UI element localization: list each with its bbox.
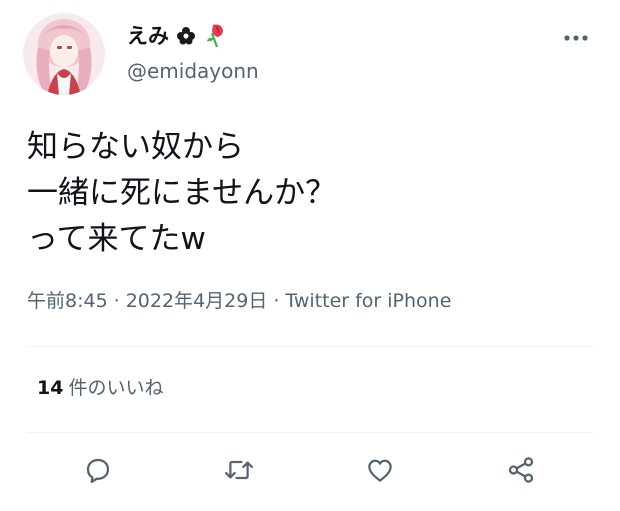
share-button[interactable] [503, 452, 539, 488]
divider [27, 346, 593, 347]
flower-emoji-icon [177, 27, 195, 45]
avatar[interactable] [23, 13, 105, 95]
user-handle[interactable]: @emidayonn [127, 58, 259, 84]
likes-stat[interactable]: 14 件のいいね [37, 375, 163, 401]
likes-count: 14 [37, 377, 64, 399]
tweet-date[interactable]: 2022年4月29日 [126, 290, 268, 312]
like-button[interactable] [362, 452, 398, 488]
more-dots-icon [564, 35, 588, 41]
display-name[interactable]: えみ [127, 22, 169, 50]
share-icon [508, 457, 534, 483]
name-emoji-group [175, 23, 229, 49]
tweet-meta: 午前8:45 · 2022年4月29日 · Twitter for iPhone [27, 288, 451, 314]
tweet-card: えみ @emidayonn 知らない奴から 一緒に死にませんか？ って来てたw … [0, 0, 620, 511]
wilted-rose-emoji-icon [207, 24, 223, 48]
avatar-image [23, 13, 105, 95]
reply-icon [86, 458, 110, 483]
tweet-text: 知らない奴から 一緒に死にませんか？ って来てたw [27, 124, 587, 262]
tweet-text-line: って来てたw [27, 221, 206, 257]
divider [27, 432, 593, 433]
tweet-time[interactable]: 午前8:45 [27, 290, 108, 312]
likes-label: 件のいいね [68, 377, 164, 399]
retweet-button[interactable] [221, 452, 257, 488]
retweet-icon [224, 460, 254, 480]
tweet-text-line: 一緒に死にませんか？ [27, 175, 337, 211]
display-name-row[interactable]: えみ [127, 22, 229, 50]
tweet-text-line: 知らない奴から [27, 129, 244, 165]
tweet-source[interactable]: Twitter for iPhone [285, 290, 451, 312]
reply-button[interactable] [80, 452, 116, 488]
meta-separator: · [273, 290, 280, 312]
more-options-button[interactable] [562, 28, 590, 48]
meta-separator: · [113, 290, 120, 312]
like-icon [368, 459, 392, 482]
